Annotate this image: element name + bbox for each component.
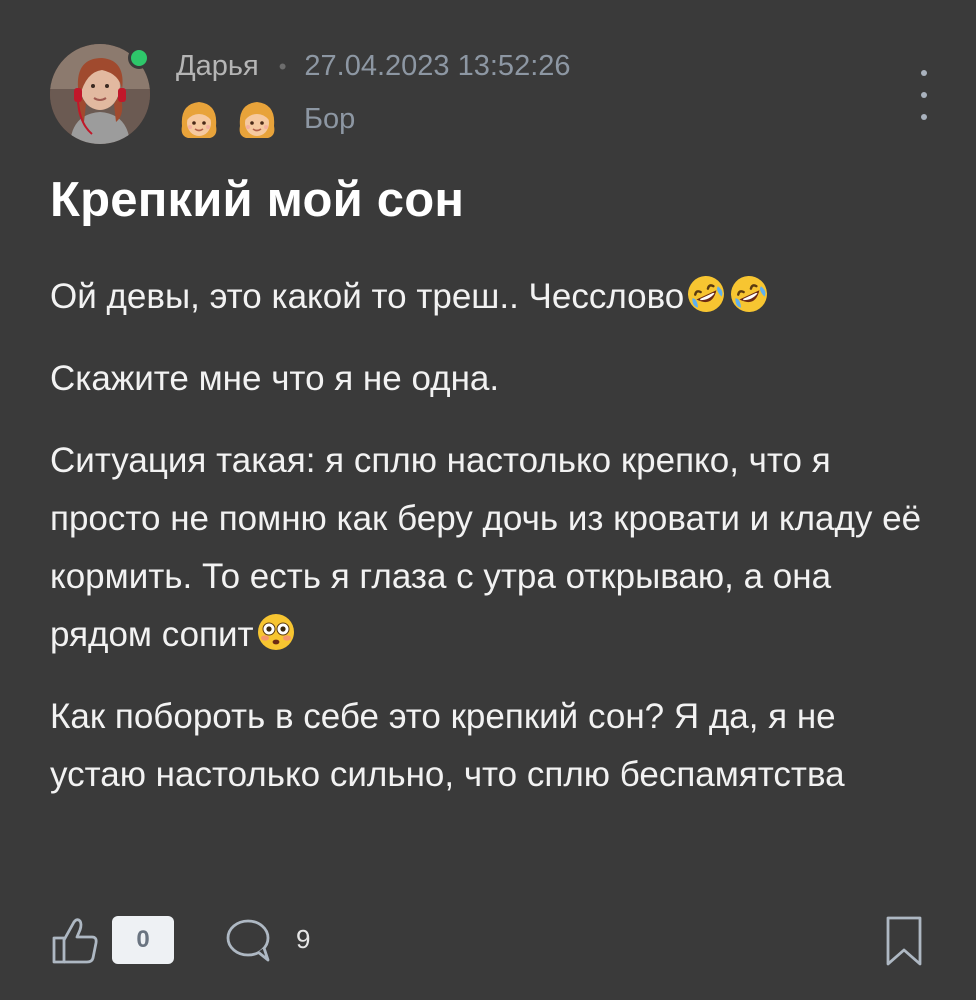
- comment-bubble-icon: [226, 919, 270, 962]
- post-actions: 0 9: [50, 912, 926, 968]
- more-dot-icon: [921, 114, 927, 120]
- post-body: Ой девы, это какой то треш.. Чесслово Ск…: [50, 268, 930, 828]
- more-dot-icon: [921, 70, 927, 76]
- bookmark-icon: [886, 916, 922, 966]
- post-paragraph: Ой девы, это какой то треш.. Чесслово: [50, 268, 930, 326]
- meta-separator: •: [278, 53, 287, 79]
- rolling-laughing-emoji-icon: [685, 273, 727, 315]
- bookmark-button[interactable]: [884, 914, 924, 968]
- like-button[interactable]: [50, 914, 100, 966]
- comment-count: 9: [296, 924, 311, 954]
- girl-emoji-icon: [176, 96, 222, 142]
- post-paragraph: Скажите мне что я не одна.: [50, 350, 930, 408]
- author-name[interactable]: Дарья: [176, 50, 259, 83]
- more-options-button[interactable]: [910, 70, 938, 120]
- post-title: Крепкий мой сон: [50, 173, 465, 227]
- paragraph-text: Ситуация такая: я сплю настолько крепко,…: [50, 441, 922, 654]
- paragraph-text: Скажите мне что я не одна.: [50, 359, 500, 398]
- thumbs-up-icon: [52, 918, 98, 964]
- flushed-emoji-icon: [255, 611, 297, 653]
- author-badges: Бор: [176, 96, 355, 142]
- post-meta: Дарья • 27.04.2023 13:52:26: [176, 50, 571, 83]
- paragraph-text: Ой девы, это какой то треш.. Чесслово: [50, 277, 685, 316]
- online-status-indicator: [128, 47, 150, 69]
- comment-button[interactable]: [224, 914, 274, 966]
- girl-emoji-icon: [234, 96, 280, 142]
- rolling-laughing-emoji-icon: [728, 273, 770, 315]
- post-card: Дарья • 27.04.2023 13:52:26 Бор Крепкий …: [0, 0, 976, 1000]
- paragraph-text: Как побороть в себе это крепкий сон? Я д…: [50, 697, 845, 794]
- author-city: Бор: [304, 102, 356, 135]
- like-count-badge: 0: [112, 916, 174, 964]
- post-paragraph: Как побороть в себе это крепкий сон? Я д…: [50, 688, 930, 804]
- more-dot-icon: [921, 92, 927, 98]
- post-paragraph: Ситуация такая: я сплю настолько крепко,…: [50, 432, 930, 664]
- post-timestamp: 27.04.2023 13:52:26: [304, 50, 571, 82]
